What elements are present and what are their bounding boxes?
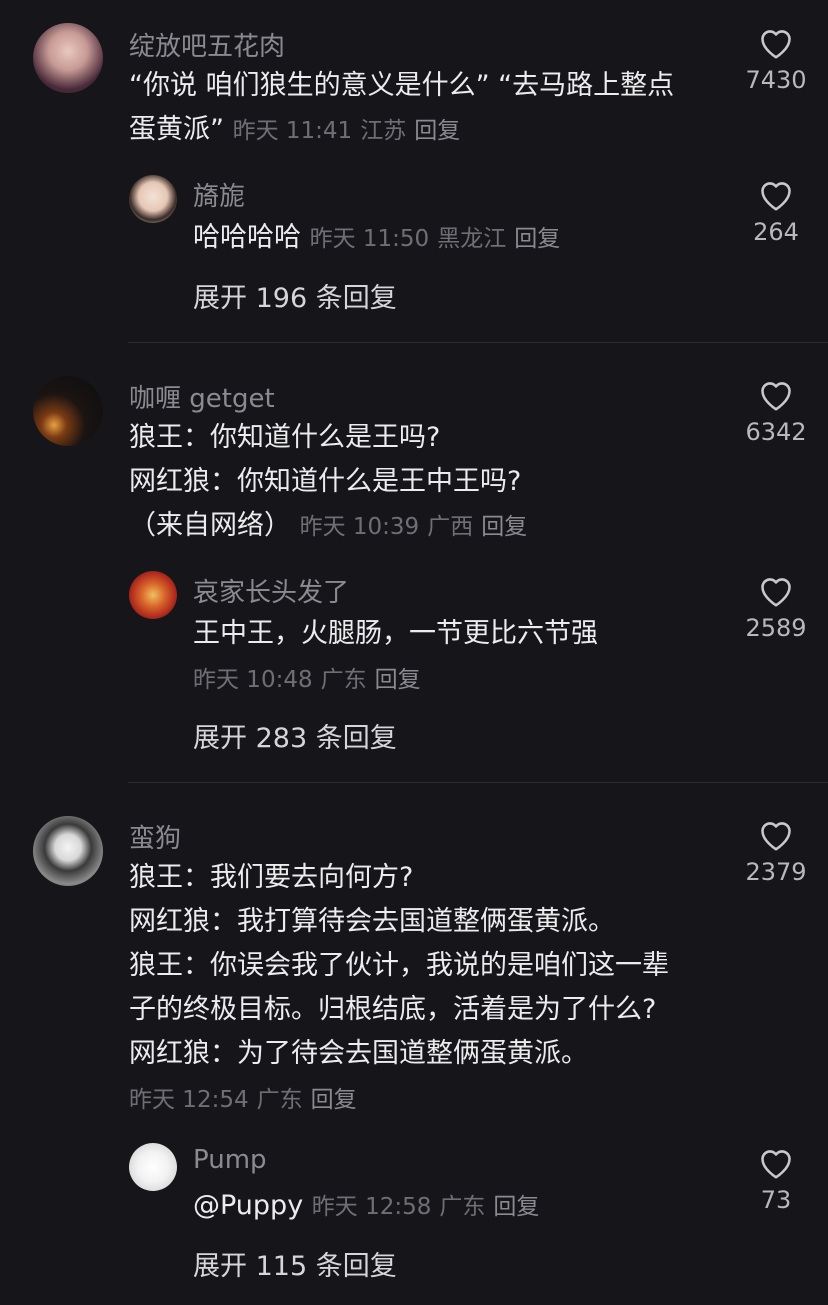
reply-text: 哈哈哈哈 [193,222,301,253]
comment-time: 昨天 12:54 [129,1087,249,1113]
heart-outline-icon [761,1150,791,1179]
divider [128,342,828,343]
reply-author[interactable]: 旖旎 [193,176,245,213]
reply-button[interactable]: 回复 [514,226,560,252]
comment-text-line: 网红狼：你知道什么是王中王吗? [129,466,522,497]
reply-author[interactable]: Pump [193,1145,267,1175]
reply-meta: 昨天 10:48 广东 回复 [193,658,429,702]
comment-text-line-with-meta: 蛋黄派” 昨天 11:41 江苏 回复 [129,108,468,153]
comment-text-line: （来自网络） [129,510,291,541]
comment-location: 广东 [256,1087,303,1113]
reply-location: 广东 [439,1194,486,1220]
heart-outline-icon [761,822,791,851]
avatar[interactable] [33,376,103,446]
heart-outline-icon [761,578,791,607]
like-button[interactable]: 7430 [736,26,816,94]
comment-text-line: 狼王：我们要去向何方? [129,862,414,893]
reply-time: 昨天 11:50 [309,226,430,252]
reply-button[interactable]: 回复 [481,514,527,540]
comment-time: 昨天 10:39 [299,514,420,540]
reply-text: @Puppy [193,1190,304,1221]
avatar[interactable] [33,816,103,886]
comment-text-line: 网红狼：我打算待会去国道整俩蛋黄派。 [129,906,615,937]
avatar[interactable] [129,1143,177,1191]
avatar[interactable] [33,23,103,93]
reply-text: 王中王，火腿肠，一节更比六节强 [193,618,598,649]
like-button[interactable]: 2589 [736,574,816,642]
comment-location: 江苏 [360,118,407,144]
reply-location: 广东 [320,667,367,693]
like-button[interactable]: 73 [736,1146,816,1214]
like-count: 7430 [745,66,807,94]
like-button[interactable]: 6342 [736,378,816,446]
expand-replies-button[interactable]: 展开 196 条回复 [193,276,397,315]
expand-replies-button[interactable]: 展开 283 条回复 [193,716,397,755]
expand-replies-button[interactable]: 展开 115 条回复 [193,1244,397,1283]
comment-time: 昨天 11:41 [232,118,353,144]
comment-text-line: 网红狼：为了待会去国道整俩蛋黄派。 [129,1038,588,1069]
avatar[interactable] [129,175,177,223]
heart-outline-icon [761,182,791,211]
comment-author[interactable]: 绽放吧五花肉 [129,26,285,63]
like-count: 6342 [745,418,807,446]
reply-button[interactable]: 回复 [493,1194,539,1220]
like-count: 73 [760,1186,792,1214]
like-button[interactable]: 2379 [736,818,816,886]
comment-text-line-with-meta: （来自网络） 昨天 10:39 广西 回复 [129,504,535,549]
reply-button[interactable]: 回复 [311,1087,357,1113]
comment-meta: 昨天 12:54 广东 回复 [129,1078,365,1122]
reply-author[interactable]: 哀家长头发了 [193,572,349,609]
comment-text-line: “你说 咱们狼生的意义是什么” “去马路上整点 [129,70,675,101]
comment-location: 广西 [427,514,474,540]
avatar[interactable] [129,571,177,619]
like-count: 264 [753,218,799,246]
comment-text-line: 蛋黄派” [129,114,224,145]
comment-text-line: 狼王：你知道什么是王吗? [129,422,441,453]
comment-text-line: 子的终极目标。归根结底，活着是为了什么? [129,994,657,1025]
reply-time: 昨天 12:58 [311,1194,432,1220]
like-button[interactable]: 264 [736,178,816,246]
heart-outline-icon [761,30,791,59]
heart-outline-icon [761,382,791,411]
reply-button[interactable]: 回复 [375,667,421,693]
comment-text-line: 狼王：你误会我了伙计，我说的是咱们这一辈 [129,950,669,981]
comment-author[interactable]: 蛮狗 [129,818,181,855]
like-count: 2379 [745,858,807,886]
like-count: 2589 [745,614,807,642]
comment-author[interactable]: 咖喱 getget [129,378,275,415]
divider [128,782,828,783]
reply-button[interactable]: 回复 [414,118,460,144]
reply-text-with-meta: 哈哈哈哈 昨天 11:50 黑龙江 回复 [193,216,568,261]
reply-text-with-meta: @Puppy 昨天 12:58 广东 回复 [193,1184,547,1229]
reply-time: 昨天 10:48 [193,667,313,693]
reply-location: 黑龙江 [437,226,507,252]
